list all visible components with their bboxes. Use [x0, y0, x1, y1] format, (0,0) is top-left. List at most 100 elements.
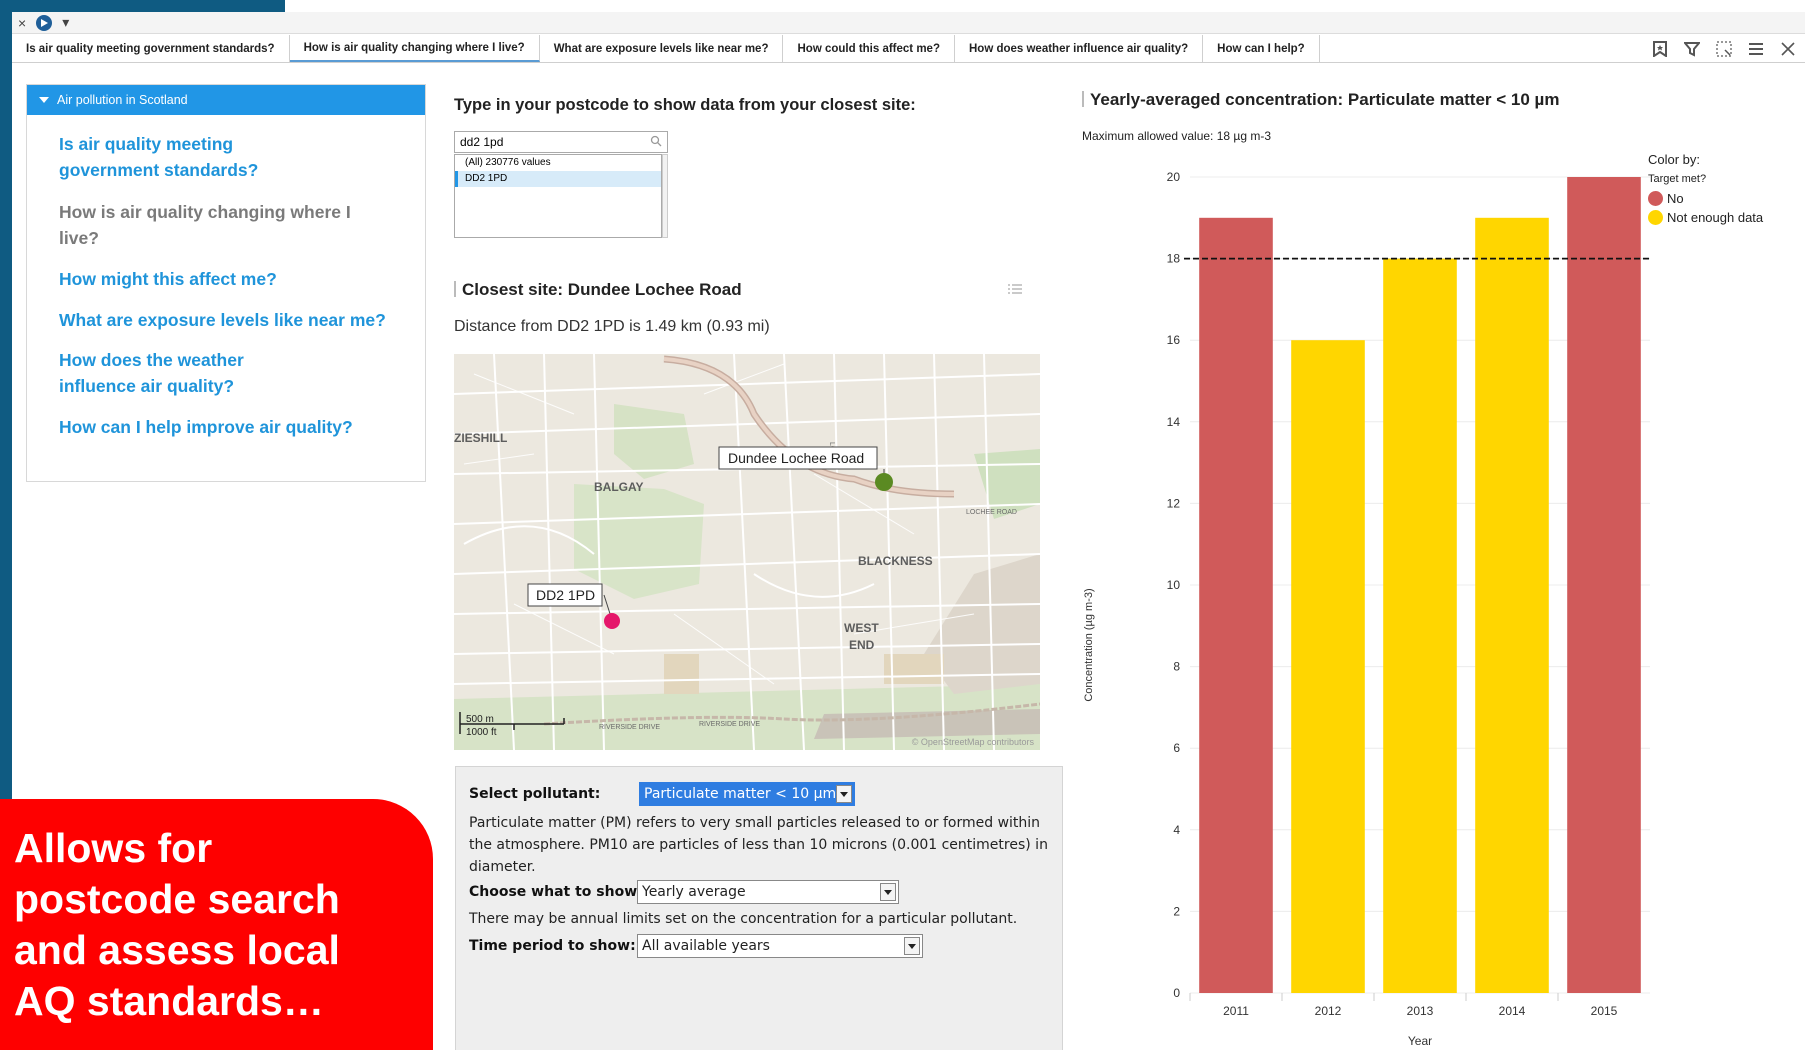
window-frame [0, 0, 285, 12]
tab-government-standards[interactable]: Is air quality meeting government standa… [12, 35, 290, 62]
site-map[interactable]: ZIESHILL BALGAY BLACKNESS WEST END LOCHE… [454, 354, 1040, 750]
x-tick-label: 2014 [1499, 1004, 1526, 1018]
y-tick-label: 20 [1167, 170, 1181, 184]
map-station-marker[interactable] [875, 473, 893, 491]
callout-banner: Allows for postcode search and assess lo… [0, 799, 433, 1050]
banner-line-2: postcode search [14, 876, 340, 922]
pollutant-select-value: Particulate matter < 10 µm [644, 786, 837, 802]
bar-2013[interactable] [1383, 258, 1457, 994]
sidebar-item-help-improve[interactable]: How can I help improve air quality? [27, 414, 425, 440]
y-tick-label: 14 [1167, 415, 1181, 429]
pollutant-description: Particulate matter (PM) refers to very s… [469, 815, 1048, 875]
tab-exposure-levels[interactable]: What are exposure levels like near me? [540, 35, 784, 62]
period-label: Time period to show: [469, 938, 636, 954]
bar-2012[interactable] [1291, 340, 1365, 993]
map-postcode-label: DD2 1PD [536, 587, 595, 603]
chevron-down-icon [880, 883, 896, 901]
postcode-option-all[interactable]: (All) 230776 values [455, 155, 661, 171]
postcode-list-scrollbar[interactable] [662, 154, 668, 238]
navigate-icon[interactable] [36, 14, 53, 31]
postcode-option-selected[interactable]: DD2 1PD [455, 171, 661, 187]
pollutant-select[interactable]: Particulate matter < 10 µm [639, 782, 855, 806]
map-place-west: WEST [844, 621, 879, 635]
map-place-zieshill: ZIESHILL [454, 431, 507, 445]
chevron-down-icon [836, 785, 852, 803]
chevron-down-icon [904, 937, 920, 955]
limit-note: There may be annual limits set on the co… [469, 911, 1018, 927]
sidebar-item-air-quality-changing[interactable]: How is air quality changing where I live… [27, 199, 425, 251]
show-label: Choose what to show: [469, 884, 643, 900]
y-tick-label: 10 [1167, 578, 1181, 592]
map-place-end: END [849, 638, 875, 652]
legend-subtitle: Target met? [1648, 173, 1707, 185]
banner-line-3: and assess local [14, 927, 340, 973]
chart-legend: Color by: Target met? No Not enough data [1648, 152, 1763, 229]
controls-panel: Select pollutant: Particulate matter < 1… [455, 766, 1063, 1050]
sidebar-item-affect-me[interactable]: How might this affect me? [27, 266, 425, 292]
pollutant-label: Select pollutant: [469, 786, 601, 802]
search-icon [650, 135, 662, 147]
legend-item-not-enough-data[interactable]: Not enough data [1648, 210, 1763, 225]
period-select-value: All available years [642, 938, 770, 954]
map-road-riverside-1: RIVERSIDE DRIVE [599, 724, 660, 731]
menu-icon[interactable] [1747, 40, 1765, 58]
x-tick-label: 2012 [1315, 1004, 1342, 1018]
closest-site-panel: Closest site: Dundee Lochee Road Distanc… [440, 270, 1040, 760]
map-scale-m: 500 m [466, 714, 494, 725]
legend-label-no: No [1667, 191, 1684, 206]
map-scale-ft: 1000 ft [466, 727, 497, 738]
filter-icon[interactable] [1683, 40, 1701, 58]
y-tick-label: 18 [1167, 252, 1181, 266]
show-select-value: Yearly average [642, 884, 746, 900]
x-tick-label: 2015 [1591, 1004, 1618, 1018]
y-tick-label: 2 [1173, 904, 1180, 918]
bar-2011[interactable] [1199, 217, 1273, 994]
map-postcode-marker[interactable] [604, 613, 620, 629]
legend-label-not-enough-data: Not enough data [1667, 210, 1764, 225]
list-menu-icon[interactable] [1008, 284, 1022, 294]
bookmark-icon[interactable] [1651, 40, 1669, 58]
map-road-lochee: LOCHEE ROAD [966, 509, 1017, 516]
close-icon[interactable]: × [18, 15, 26, 31]
sidebar-item-exposure-levels[interactable]: What are exposure levels like near me? [27, 307, 425, 333]
map-canvas: ZIESHILL BALGAY BLACKNESS WEST END LOCHE… [454, 354, 1040, 750]
sidebar-header[interactable]: Air pollution in Scotland [27, 85, 425, 115]
y-tick-label: 0 [1173, 986, 1180, 1000]
close-icon[interactable] [1779, 40, 1797, 58]
window-frame-top [285, 0, 1805, 12]
y-tick-label: 12 [1167, 496, 1181, 510]
show-select[interactable]: Yearly average [637, 880, 899, 904]
x-axis-label: Year [1408, 1034, 1432, 1048]
x-tick-label: 2013 [1407, 1004, 1434, 1018]
expand-triangle-icon [39, 97, 49, 103]
period-select[interactable]: All available years [637, 934, 923, 958]
banner-line-4: AQ standards… [14, 978, 324, 1024]
postcode-title: Type in your postcode to show data from … [454, 96, 916, 114]
sidebar-header-label: Air pollution in Scotland [57, 93, 188, 107]
map-place-balgay: BALGAY [594, 480, 644, 494]
sidebar-item-weather-influence[interactable]: How does the weather influence air quali… [27, 347, 357, 399]
postcode-search-input[interactable] [454, 131, 668, 153]
closest-site-title: Closest site: Dundee Lochee Road [454, 280, 742, 300]
map-station-label: Dundee Lochee Road [728, 450, 864, 466]
story-tab-bar: Is air quality meeting government standa… [12, 35, 1805, 63]
legend-swatch-no [1648, 191, 1663, 206]
x-tick-label: 2011 [1223, 1004, 1249, 1018]
tab-affect-me[interactable]: How could this affect me? [783, 35, 955, 62]
banner-line-1: Allows for [14, 825, 213, 871]
postcode-panel: Type in your postcode to show data from … [440, 72, 1040, 268]
legend-item-no[interactable]: No [1648, 191, 1763, 206]
bar-2014[interactable] [1475, 217, 1549, 994]
top-toolbar: × ▾ [12, 12, 1805, 34]
sidebar-item-government-standards[interactable]: Is air quality meeting government standa… [27, 131, 357, 183]
chevron-down-icon[interactable]: ▾ [62, 14, 69, 31]
y-tick-label: 4 [1173, 823, 1180, 837]
map-attribution: © OpenStreetMap contributors [912, 737, 1035, 747]
y-tick-label: 6 [1173, 741, 1180, 755]
tab-air-quality-changing[interactable]: How is air quality changing where I live… [289, 35, 540, 62]
bar-2015[interactable] [1567, 177, 1641, 993]
legend-swatch-not-enough-data [1648, 210, 1663, 225]
fullscreen-icon[interactable] [1715, 40, 1733, 58]
tab-weather-influence[interactable]: How does weather influence air quality? [955, 35, 1204, 62]
tab-how-can-i-help[interactable]: How can I help? [1203, 35, 1320, 62]
